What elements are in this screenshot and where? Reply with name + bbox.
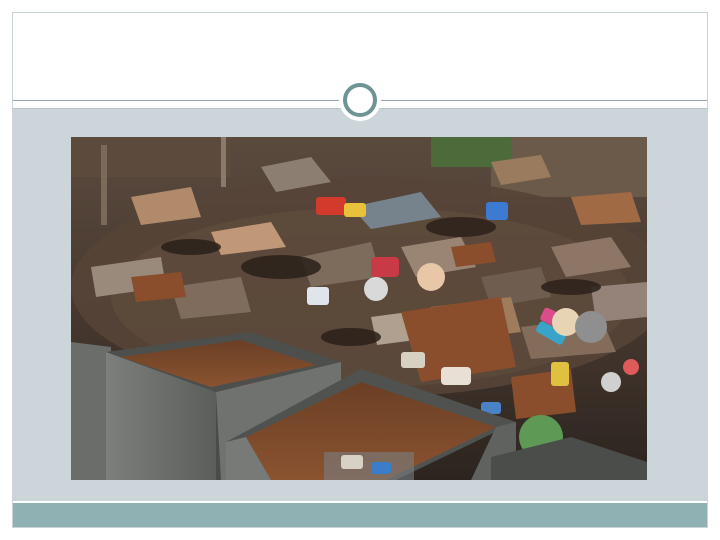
scrap-metal-photo-illustration bbox=[71, 137, 647, 480]
footer-bar bbox=[13, 503, 707, 527]
circle-ring-icon bbox=[343, 83, 377, 117]
scrap-metal-photo bbox=[71, 137, 647, 480]
